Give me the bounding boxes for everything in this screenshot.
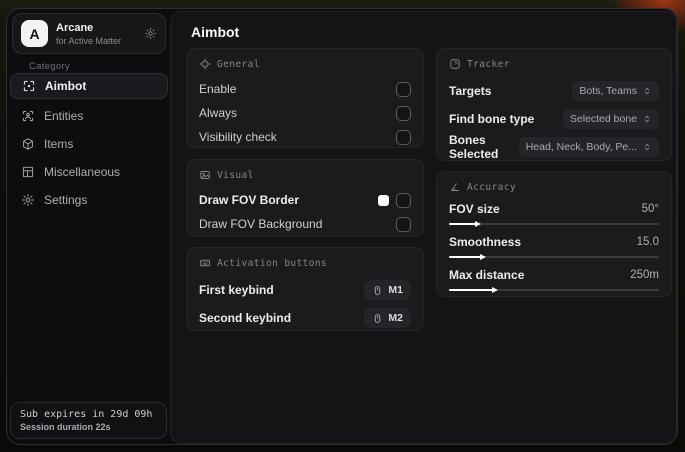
slider-group-fov-size: FOV size 50° [449,201,659,227]
setting-row-fov-background: Draw FOV Background [199,213,411,235]
sidebar-item-label: Items [44,137,74,151]
mouse-icon [372,313,383,324]
gear-icon[interactable] [144,27,157,40]
person-scan-icon [21,109,35,123]
unfold-icon [642,142,652,152]
setting-label: Enable [199,82,237,96]
app-logo: A [21,20,48,47]
angle-icon [449,181,461,193]
session-duration-text: Session duration 22s [20,422,111,432]
setting-label: Find bone type [449,112,535,126]
fov-size-slider[interactable] [449,221,659,227]
sidebar-item-settings[interactable]: Settings [10,188,168,212]
panel-activation-buttons: Activation buttons First keybind M1 Seco… [186,247,424,331]
setting-label: Smoothness [449,235,522,249]
slider-group-smoothness: Smoothness 15.0 [449,234,659,260]
image-icon [199,169,211,181]
keyboard-icon [199,257,211,269]
slider-value: 50° [641,203,659,215]
panel-general: General Enable Always Visibility check [186,48,424,148]
unfold-icon [642,86,652,96]
main-content: Aimbot General Enable Always Visibility … [170,11,677,444]
slider-group-max-distance: Max distance 250m [449,267,659,293]
smoothness-slider[interactable] [449,254,659,260]
sidebar-item-aimbot[interactable]: Aimbot [10,73,168,99]
setting-row-targets: Targets Bots, Teams [449,78,659,104]
setting-row-visibility-check: Visibility check [199,126,411,148]
unfold-icon [642,114,652,124]
max-distance-slider[interactable] [449,287,659,293]
panel-visual: Visual Draw FOV Border Draw FOV Backgrou… [186,159,424,237]
slider-value: 15.0 [636,236,659,248]
setting-label: Max distance [449,268,525,282]
grid-icon [21,165,35,179]
sidebar-item-label: Aimbot [45,79,87,93]
setting-label: First keybind [199,283,274,297]
bones-selected-dropdown[interactable]: Head, Neck, Body, Pe... [518,137,659,157]
slider-value: 250m [630,269,659,281]
page-title: Aimbot [191,24,240,40]
app-window: A Arcane for Active Matter Category Aimb… [6,8,678,445]
fov-background-checkbox[interactable] [396,216,411,232]
sidebar-item-label: Settings [44,193,88,207]
sidebar-item-miscellaneous[interactable]: Miscellaneous [10,160,168,184]
color-swatch[interactable] [378,194,389,206]
gear-icon [21,193,35,207]
first-keybind-button[interactable]: M1 [364,280,411,300]
subscription-info: Sub expires in 29d 09h Session duration … [10,402,167,439]
dropdown-value: Bots, Teams [579,85,637,97]
setting-row-bones-selected: Bones Selected Head, Neck, Body, Pe... [449,133,659,161]
setting-label: Visibility check [199,130,277,144]
setting-label: Draw FOV Background [199,217,323,231]
slider-thumb[interactable] [475,221,482,227]
sidebar-item-label: Miscellaneous [44,165,121,179]
radar-icon [449,58,461,70]
sidebar-item-label: Entities [44,109,84,123]
find-bone-type-dropdown[interactable]: Selected bone [562,109,659,129]
targets-dropdown[interactable]: Bots, Teams [572,81,659,101]
sidebar-item-items[interactable]: Items [10,132,168,156]
mouse-icon [372,285,383,296]
setting-row-enable: Enable [199,78,411,100]
keybind-value: M1 [388,284,403,296]
crosshair-scan-icon [22,79,36,93]
category-label: Category [29,61,70,72]
setting-row-first-keybind: First keybind M1 [199,277,411,303]
panel-accuracy: Accuracy FOV size 50° Smoothness 15.0 Ma… [436,171,672,297]
slider-thumb[interactable] [479,254,486,260]
setting-label: Targets [449,84,492,98]
keybind-value: M2 [388,312,403,324]
setting-label: Always [199,106,238,120]
enable-checkbox[interactable] [396,81,411,97]
always-checkbox[interactable] [396,105,411,121]
dropdown-value: Selected bone [569,113,637,125]
panel-title: Accuracy [467,181,516,193]
setting-label: Bones Selected [449,133,499,161]
panel-tracker: Tracker Targets Bots, Teams Find bone ty… [436,48,672,161]
app-name: Arcane [56,21,94,34]
panel-title: General [217,58,260,70]
crosshair-icon [199,58,211,70]
sidebar-item-entities[interactable]: Entities [10,104,168,128]
fov-border-checkbox[interactable] [396,192,411,208]
setting-label: Draw FOV Border [199,193,300,207]
dropdown-value: Head, Neck, Body, Pe... [525,141,637,153]
slider-thumb[interactable] [492,287,499,293]
panel-title: Activation buttons [217,257,328,269]
cube-icon [21,137,35,151]
setting-row-fov-border: Draw FOV Border [199,189,411,211]
app-header: A Arcane for Active Matter [12,13,166,54]
app-subtitle: for Active Matter [56,35,122,46]
app-meta: Arcane for Active Matter [56,22,136,46]
second-keybind-button[interactable]: M2 [364,308,411,328]
panel-title: Tracker [467,58,510,70]
panel-title: Visual [217,169,254,181]
setting-row-always: Always [199,102,411,124]
sub-expires-text: Sub expires in 29d 09h [20,409,153,420]
setting-row-second-keybind: Second keybind M2 [199,305,411,331]
visibility-check-checkbox[interactable] [396,129,411,145]
setting-label: FOV size [449,202,500,216]
setting-row-find-bone-type: Find bone type Selected bone [449,106,659,132]
setting-label: Second keybind [199,311,292,325]
